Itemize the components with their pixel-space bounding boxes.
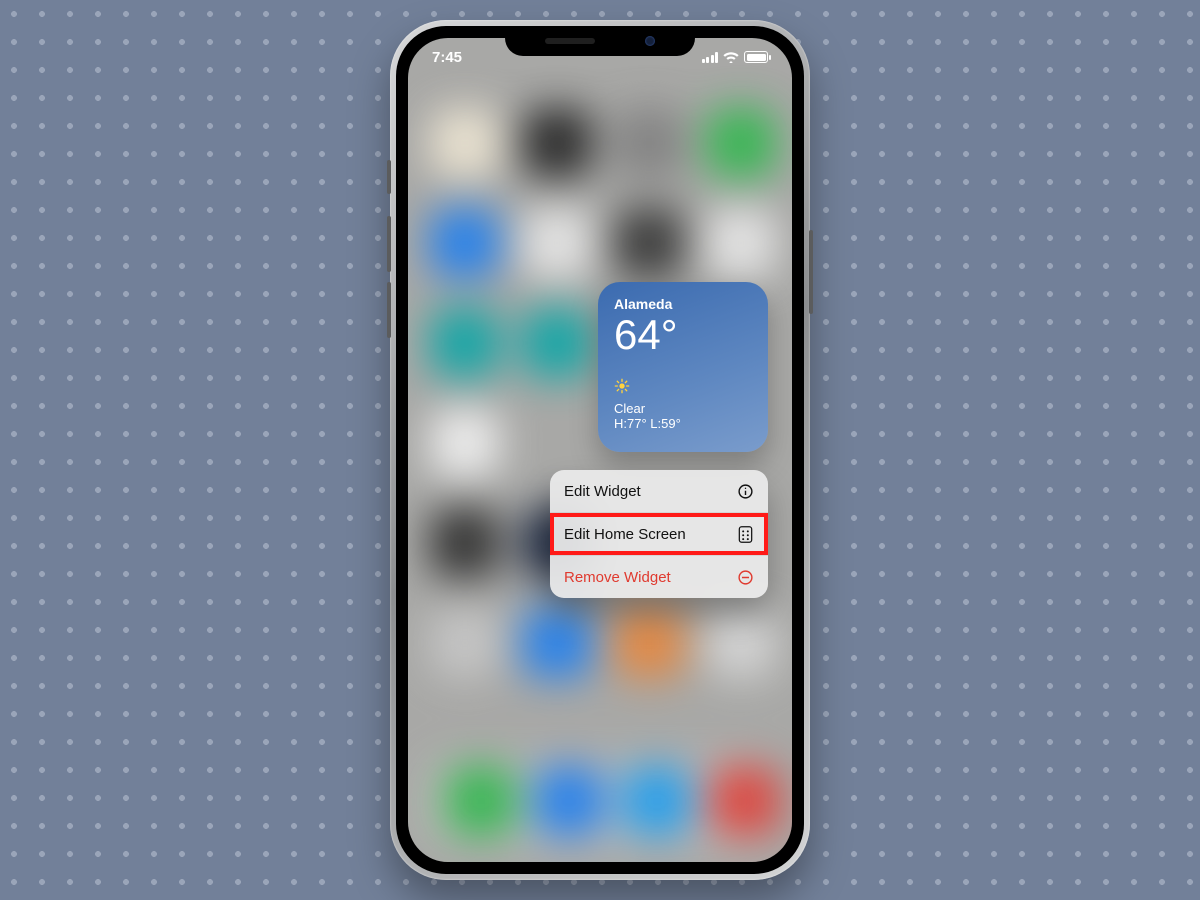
weather-hi-lo: H:77° L:59° (614, 416, 752, 431)
weather-temperature: 64° (614, 314, 752, 356)
widget-context-menu: Edit Widget Edit Home Screen Remove Widg… (550, 470, 768, 598)
earpiece-speaker (545, 38, 595, 44)
front-camera (645, 36, 655, 46)
weather-condition: Clear (614, 401, 752, 416)
menu-item-edit-widget[interactable]: Edit Widget (550, 470, 768, 513)
sun-icon (614, 378, 752, 397)
weather-location: Alameda (614, 296, 752, 312)
status-time: 7:45 (432, 49, 462, 66)
notch (505, 26, 695, 56)
menu-item-label: Edit Home Screen (564, 526, 686, 543)
volume-down-button (387, 282, 391, 338)
apps-grid-icon (736, 525, 754, 543)
volume-up-button (387, 216, 391, 272)
phone-frame: 7:45 Alameda 64° C (390, 20, 810, 880)
wifi-icon (723, 51, 739, 63)
side-button (809, 230, 813, 314)
cell-signal-icon (702, 52, 719, 63)
menu-item-label: Edit Widget (564, 483, 641, 500)
menu-item-label: Remove Widget (564, 569, 671, 586)
minus-circle-icon (736, 568, 754, 586)
weather-widget[interactable]: Alameda 64° Clear H:77° L:59° (598, 282, 768, 452)
mute-switch (387, 160, 391, 194)
phone-bezel: 7:45 Alameda 64° C (396, 26, 804, 874)
article-backdrop: 7:45 Alameda 64° C (0, 0, 1200, 900)
menu-item-remove-widget[interactable]: Remove Widget (550, 556, 768, 598)
phone-screen[interactable]: 7:45 Alameda 64° C (408, 38, 792, 862)
info-icon (736, 482, 754, 500)
menu-item-edit-home-screen[interactable]: Edit Home Screen (550, 513, 768, 556)
battery-icon (744, 51, 768, 63)
